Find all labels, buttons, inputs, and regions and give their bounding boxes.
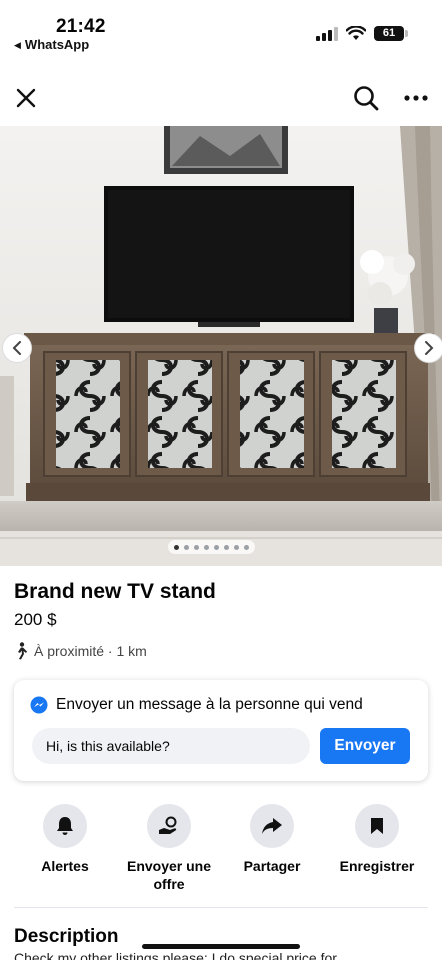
carousel-dot[interactable] [204,544,209,550]
cellular-signal-icon [316,26,338,41]
description-heading: Description [14,926,119,947]
back-to-app-link[interactable]: ◀ WhatsApp [14,37,89,52]
share-icon-circle [250,804,294,848]
status-icons: 61 [316,26,408,41]
wifi-icon [346,26,366,40]
search-button[interactable] [346,78,386,118]
share-icon [262,818,282,834]
listing-photo[interactable] [0,126,442,566]
send-offer-label: Envoyer une offre [126,858,212,892]
alerts-label: Alertes [41,858,89,874]
back-triangle-icon: ◀ [14,40,21,50]
message-seller-card: Envoyer un message à la personne qui ven… [14,680,428,781]
close-icon [16,88,36,108]
carousel-dot[interactable] [244,544,249,550]
back-app-label: WhatsApp [24,37,90,52]
carousel-dot[interactable] [214,544,219,550]
description-text: Check my other listings please; I do spe… [14,950,348,960]
save-label: Enregistrer [339,858,415,874]
tv-stand-image [0,126,442,566]
carousel-dot[interactable] [224,544,229,550]
chevron-right-icon [425,341,434,355]
message-input[interactable] [32,728,310,764]
section-divider [14,907,428,908]
message-heading: Envoyer un message à la personne qui ven… [30,696,363,714]
carousel-dot[interactable] [234,544,239,550]
alerts-icon-circle [43,804,87,848]
carousel-dot[interactable] [184,544,189,550]
listing-location: À proximité · 1 km [14,642,147,660]
messenger-icon [30,696,48,714]
share-label: Partager [243,858,301,874]
listing-price: 200 $ [14,610,57,629]
offer-icon-circle [147,804,191,848]
close-button[interactable] [6,78,46,118]
home-indicator[interactable] [142,944,300,949]
search-icon [354,86,379,111]
carousel-dot[interactable] [194,544,199,550]
carousel-prev-button[interactable] [2,333,32,363]
carousel-dots [168,540,255,554]
listing-title: Brand new TV stand [14,580,216,603]
status-bar: 21:42 ◀ WhatsApp 61 [0,0,442,60]
send-offer-button[interactable]: Envoyer une offre [119,804,219,893]
more-horizontal-icon [404,95,428,101]
carousel-next-button[interactable] [414,333,442,363]
walking-person-icon [18,642,27,660]
bell-icon [57,817,73,835]
save-button[interactable]: Enregistrer [327,804,427,875]
top-nav [0,72,442,122]
clock: 21:42 [56,16,106,37]
action-row: Alertes Envoyer une offre Partager Enreg… [0,804,442,894]
offer-icon [159,816,177,834]
alerts-button[interactable]: Alertes [15,804,115,875]
chevron-left-icon [12,341,21,355]
bookmark-icon [371,818,383,834]
send-message-button[interactable]: Envoyer [320,728,410,764]
location-text: À proximité · 1 km [34,643,147,659]
more-options-button[interactable] [396,78,436,118]
battery-indicator: 61 [374,26,408,41]
share-button[interactable]: Partager [222,804,322,875]
message-heading-text: Envoyer un message à la personne qui ven… [56,696,363,713]
save-icon-circle [355,804,399,848]
carousel-dot[interactable] [174,544,179,550]
